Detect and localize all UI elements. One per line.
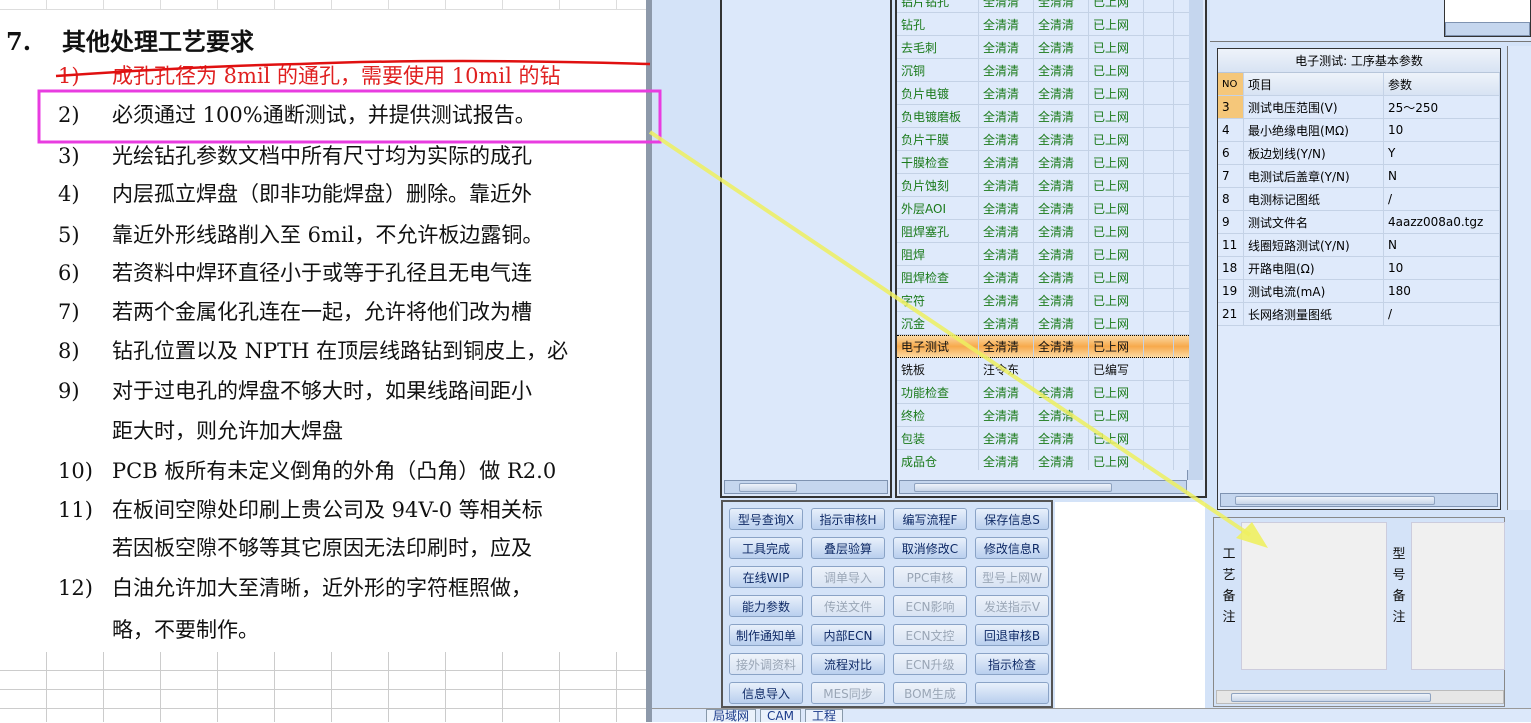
highlight-box-annotation — [37, 89, 662, 144]
strike-annotation — [55, 59, 651, 78]
annotation-overlay — [37, 59, 1268, 548]
arrow-head-icon — [1236, 522, 1268, 548]
arrow-annotation — [648, 130, 1252, 537]
